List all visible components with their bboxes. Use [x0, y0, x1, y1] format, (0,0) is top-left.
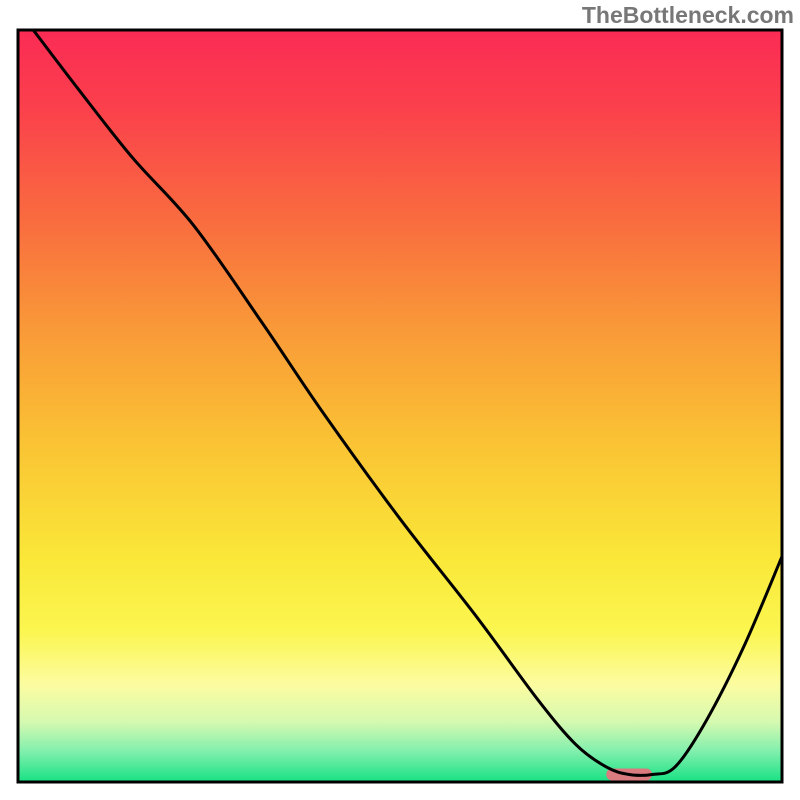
chart-container: TheBottleneck.com — [0, 0, 800, 800]
gradient-background — [18, 30, 782, 782]
attribution-text: TheBottleneck.com — [582, 2, 794, 29]
bottleneck-chart — [0, 0, 800, 800]
